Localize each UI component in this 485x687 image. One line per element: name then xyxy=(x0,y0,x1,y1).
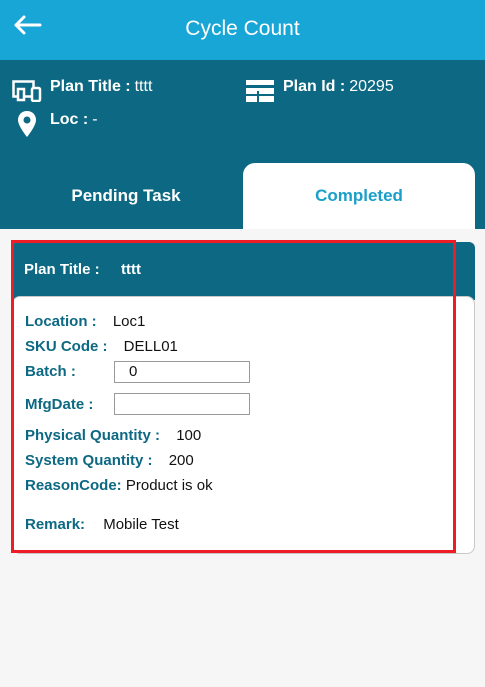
remark-label: Remark: xyxy=(25,516,86,533)
batch-label: Batch : xyxy=(25,363,76,380)
card-plan-title-label: Plan Title : xyxy=(24,261,100,278)
table-icon xyxy=(246,80,274,102)
card-body: Location : Loc1 SKU Code : DELL01 Batch … xyxy=(12,296,475,554)
reason-code-row: ReasonCode: Product is ok xyxy=(25,477,213,494)
reason-code-label: ReasonCode: xyxy=(25,477,122,494)
system-quantity-row: System Quantity : 200 xyxy=(25,452,194,469)
loc-row: Loc : - xyxy=(50,111,98,129)
plan-id-label: Plan Id : xyxy=(283,78,346,95)
system-quantity-value: 200 xyxy=(168,452,194,469)
sku-value: DELL01 xyxy=(123,338,178,355)
location-row: Location : Loc1 xyxy=(25,313,145,330)
remark-value: Mobile Test xyxy=(103,516,179,533)
plan-id-row: Plan Id : 20295 xyxy=(283,78,394,96)
card-plan-title-value: tttt xyxy=(121,261,141,278)
location-pin-icon xyxy=(18,111,36,137)
system-quantity-label: System Quantity : xyxy=(25,452,153,469)
batch-field[interactable]: 0 xyxy=(114,361,250,383)
plan-title-value: tttt xyxy=(134,78,153,95)
location-value: Loc1 xyxy=(112,313,146,330)
reason-code-value: Product is ok xyxy=(125,477,213,494)
physical-quantity-label: Physical Quantity : xyxy=(25,427,161,444)
loc-value: - xyxy=(92,111,98,128)
mfg-date-field[interactable] xyxy=(114,393,250,415)
card-header: Plan Title : tttt xyxy=(12,242,475,300)
tab-completed[interactable]: Completed xyxy=(243,163,475,229)
plan-id-value: 20295 xyxy=(349,78,394,95)
mfg-date-label: MfgDate : xyxy=(25,396,94,413)
sku-row: SKU Code : DELL01 xyxy=(25,338,178,355)
sku-label: SKU Code : xyxy=(25,338,108,355)
loc-label: Loc : xyxy=(50,111,89,128)
location-label: Location : xyxy=(25,313,97,330)
plan-title-row: Plan Title : tttt xyxy=(50,78,152,96)
tab-bar: Pending Task Completed xyxy=(0,163,485,229)
completed-task-card[interactable]: Plan Title : tttt Location : Loc1 SKU Co… xyxy=(12,242,475,554)
app-bar: Cycle Count xyxy=(0,0,485,60)
physical-quantity-value: 100 xyxy=(176,427,202,444)
tab-pending-task[interactable]: Pending Task xyxy=(10,163,242,229)
devices-icon xyxy=(12,80,42,102)
page-title: Cycle Count xyxy=(185,17,300,40)
remark-row: Remark: Mobile Test xyxy=(25,516,179,533)
plan-title-label: Plan Title : xyxy=(50,78,131,95)
physical-quantity-row: Physical Quantity : 100 xyxy=(25,427,201,444)
